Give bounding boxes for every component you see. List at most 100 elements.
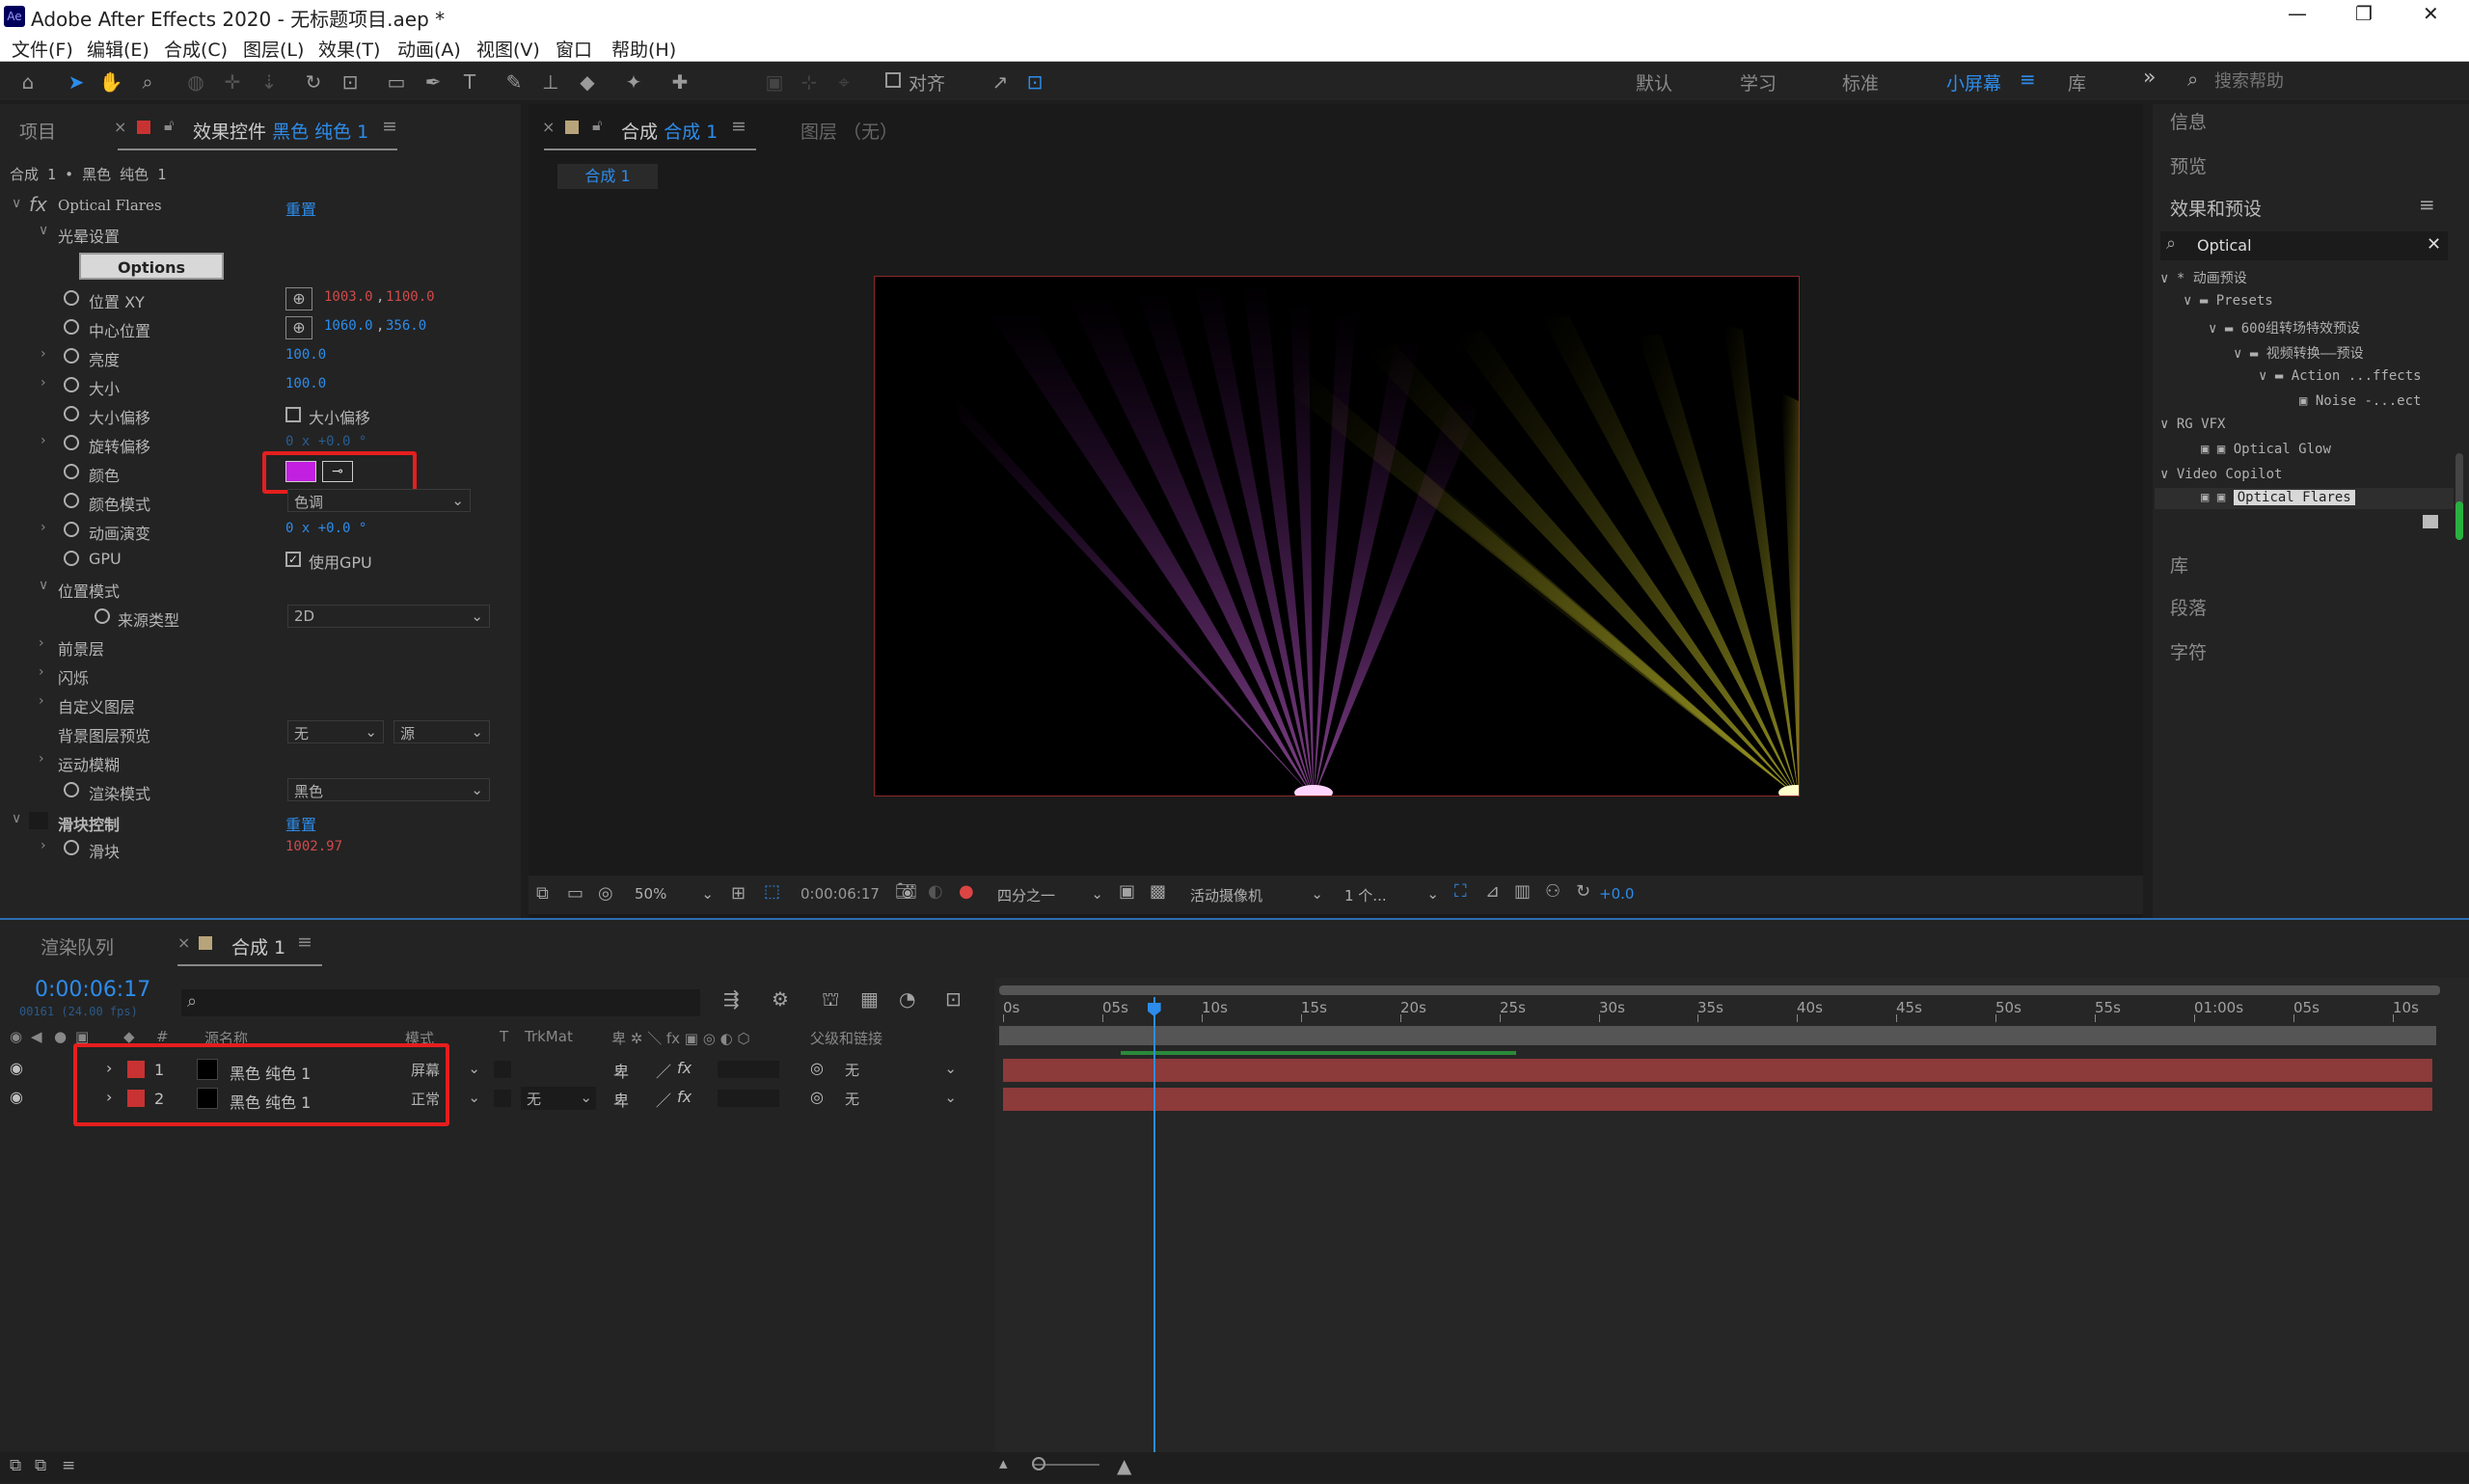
home-icon[interactable]: ⌂ — [15, 69, 41, 94]
fast-preview-icon[interactable]: ⊿ — [1485, 881, 1500, 902]
flowchart-icon[interactable]: ⚇ — [1545, 881, 1560, 902]
vr-icon[interactable]: ◎ — [598, 883, 613, 904]
new-folder-icon[interactable] — [2423, 515, 2438, 528]
layer-switches-icon[interactable]: ⧉ — [10, 1456, 21, 1475]
transparency-grid-icon[interactable]: ▩ — [1150, 881, 1166, 902]
expand-icon[interactable]: ∨ — [12, 196, 21, 211]
expand-icon[interactable]: › — [41, 375, 46, 391]
tree-item[interactable]: ∨ ▬ Presets — [2184, 293, 2273, 309]
stopwatch-icon[interactable] — [64, 319, 79, 335]
fit-icon[interactable]: ⊞ — [731, 883, 746, 904]
stopwatch-icon[interactable] — [64, 435, 79, 450]
panel-menu-icon[interactable]: ≡ — [2419, 193, 2435, 216]
shy-switch-icon[interactable]: 卑 — [613, 1059, 629, 1082]
axis-view-icon[interactable]: ⌖ — [831, 69, 856, 94]
lock-icon[interactable]: 🔓︎ — [164, 116, 174, 135]
graph-editor-icon[interactable]: ⊡ — [945, 987, 962, 1011]
group-flare-settings[interactable]: ∨ 光晕设置 — [0, 218, 502, 247]
solo-icon[interactable]: ● — [54, 1028, 67, 1045]
tree-item[interactable]: ∨ ▬ 600组转场特效预设 — [2209, 318, 2360, 337]
tree-item[interactable]: ∨ Video Copilot — [2160, 467, 2282, 482]
shy-switch-icon[interactable]: 卑 — [613, 1088, 629, 1111]
stopwatch-icon[interactable] — [64, 522, 79, 537]
tree-item[interactable]: ∨ * 动画预设 — [2160, 268, 2247, 287]
zoom-dropdown[interactable]: 50% ⌄ — [629, 883, 719, 906]
prop-value[interactable]: 0 x +0.0 ° — [285, 434, 366, 449]
effects-search-box[interactable]: ⌕ Optical ✕ — [2160, 231, 2448, 260]
pick-whip-icon[interactable]: ◎ — [810, 1088, 824, 1106]
panel-menu-icon[interactable]: ≡ — [297, 931, 312, 953]
bg-preview-dropdown[interactable]: 无 ⌄ — [287, 720, 384, 743]
scrollbar[interactable] — [2455, 453, 2463, 540]
panel-character[interactable]: 字符 — [2170, 638, 2207, 664]
stopwatch-icon[interactable] — [64, 782, 79, 797]
tab-render-queue[interactable]: 渲染队列 — [41, 933, 114, 959]
tree-item[interactable]: ▣ Noise -...ect — [2299, 393, 2421, 409]
eye-icon[interactable]: ◉ — [10, 1059, 23, 1077]
clone-stamp-icon[interactable]: ⊥ — [538, 69, 563, 94]
reset-link[interactable]: 重置 — [285, 812, 316, 835]
tree-item[interactable]: ∨ RG VFX — [2160, 417, 2225, 432]
tab-timeline-comp[interactable]: 合成 1 — [231, 933, 285, 959]
timeline-icon[interactable]: ▥ — [1514, 881, 1531, 902]
preserve-transparency-box[interactable] — [494, 1061, 511, 1078]
workspace-learn[interactable]: 学习 — [1740, 69, 1777, 95]
menu-file[interactable]: 文件(F) — [12, 36, 73, 62]
anchor-tool-icon[interactable]: ⊡ — [338, 69, 363, 94]
options-button[interactable]: Options — [79, 253, 224, 280]
menu-help[interactable]: 帮助(H) — [611, 36, 676, 62]
group-custom-layer[interactable]: › 自定义图层 — [0, 688, 502, 717]
prop-value[interactable]: 100.0 — [285, 376, 326, 391]
crosshair-icon[interactable]: ⊕ — [285, 316, 312, 339]
channel-icon[interactable]: ● — [959, 881, 974, 902]
tab-composition[interactable]: 合成 合成 1 — [621, 118, 718, 144]
switch-boxes[interactable] — [718, 1061, 779, 1078]
reset-exposure-icon[interactable]: ↻ — [1576, 881, 1590, 902]
zoom-in-icon[interactable]: ▲ — [1117, 1454, 1131, 1477]
group-motion-blur[interactable]: › 运动模糊 — [0, 746, 502, 775]
comp-chip[interactable]: 合成 1 — [557, 164, 658, 189]
current-time[interactable]: 0:00:06:17 — [35, 978, 150, 1002]
motion-blur-icon[interactable]: ◔ — [899, 987, 915, 1011]
bg-source-dropdown[interactable]: 源 ⌄ — [393, 720, 490, 743]
prop-value-y[interactable]: 356.0 — [386, 318, 426, 334]
menu-effect[interactable]: 效果(T) — [318, 36, 380, 62]
group-position-mode[interactable]: ∨ 位置模式 — [0, 573, 502, 602]
zoom-out-icon[interactable]: ▴ — [999, 1454, 1008, 1473]
menu-window[interactable]: 窗口 — [556, 36, 592, 62]
trkmat-dropdown[interactable]: 无 ⌄ — [521, 1087, 596, 1110]
switch-boxes[interactable] — [718, 1090, 779, 1107]
render-mode-dropdown[interactable]: 黑色 ⌄ — [287, 778, 490, 801]
minimize-button[interactable]: — — [2288, 2, 2307, 25]
expand-icon[interactable]: ∨ — [39, 223, 48, 238]
pen-tool-icon[interactable]: ✒ — [421, 69, 446, 94]
tab-effect-controls[interactable]: 效果控件 黑色 纯色 1 — [193, 118, 368, 144]
draft-3d-icon[interactable]: ⚙ — [772, 987, 789, 1011]
stopwatch-icon[interactable] — [95, 608, 110, 624]
zoom-tool-icon[interactable]: ⌕ — [135, 69, 160, 94]
mask-visibility-icon[interactable]: ⬚ — [764, 881, 780, 902]
expand-icon[interactable]: ∨ — [39, 578, 48, 593]
toggle-pixel-icon[interactable]: ⛶ — [1454, 881, 1467, 902]
reset-link[interactable]: 重置 — [285, 197, 316, 220]
expand-icon[interactable]: › — [39, 635, 44, 651]
tree-item[interactable]: ▣ ▣ Optical Glow — [2201, 442, 2331, 457]
snap-target-icon[interactable]: ⊡ — [1022, 69, 1047, 94]
menu-view[interactable]: 视图(V) — [476, 36, 540, 62]
puppet-pin-icon[interactable]: ✚ — [667, 69, 692, 94]
close-tab-icon[interactable]: × — [542, 118, 555, 136]
help-search-input[interactable] — [2214, 67, 2461, 94]
scroll-thumb[interactable] — [2455, 501, 2463, 540]
quality-switch-icon[interactable]: ／ — [656, 1059, 671, 1082]
brush-tool-icon[interactable]: ✎ — [502, 69, 527, 94]
stopwatch-icon[interactable] — [64, 290, 79, 306]
quality-switch-icon[interactable]: ／ — [656, 1088, 671, 1111]
panel-preview[interactable]: 预览 — [2170, 152, 2207, 178]
color-mode-dropdown[interactable]: 色调 ⌄ — [287, 489, 471, 512]
menu-edit[interactable]: 编辑(E) — [87, 36, 149, 62]
expand-icon[interactable]: › — [39, 693, 44, 709]
group-foreground[interactable]: › 前景层 — [0, 631, 502, 660]
preserve-transparency-box[interactable] — [494, 1090, 511, 1107]
selection-tool-icon[interactable]: ➤ — [64, 69, 89, 94]
expand-icon[interactable]: › — [41, 520, 46, 535]
